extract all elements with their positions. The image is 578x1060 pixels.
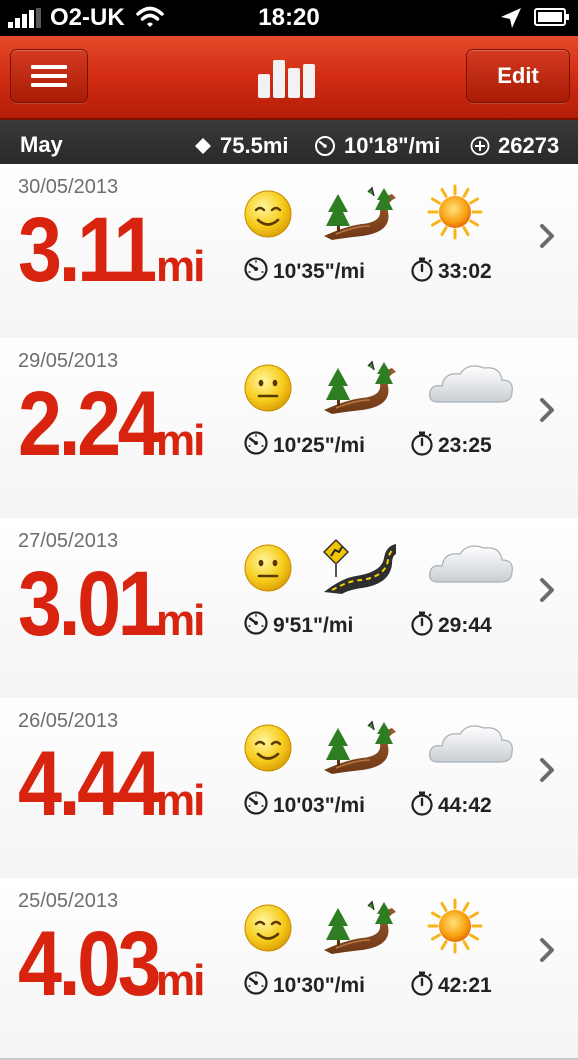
run-pace: 9'51"/mi xyxy=(243,610,353,642)
chevron-right-icon[interactable] xyxy=(538,576,556,604)
run-date: 27/05/2013 xyxy=(18,530,119,552)
run-distance-unit: mi xyxy=(156,776,205,825)
trail-icon xyxy=(322,184,398,240)
road-icon xyxy=(322,538,398,594)
run-row[interactable]: 30/05/2013 3.11 mi 10'35"/mi 33:02 xyxy=(0,164,578,346)
run-pace: 10'25"/mi xyxy=(243,430,365,462)
run-pace-value: 10'25"/mi xyxy=(273,434,366,457)
distance-diamond-icon xyxy=(195,138,211,154)
run-distance-unit: mi xyxy=(156,956,205,1005)
pace-gauge-icon xyxy=(243,970,269,1002)
cloud-icon xyxy=(426,358,516,414)
stopwatch-icon xyxy=(410,610,434,642)
run-distance: 4.03 mi xyxy=(18,913,205,1015)
chevron-right-icon[interactable] xyxy=(538,222,556,250)
chevron-right-icon[interactable] xyxy=(538,756,556,784)
trail-icon xyxy=(322,898,398,954)
speedometer-icon xyxy=(315,136,335,156)
run-distance: 4.44 mi xyxy=(18,733,205,835)
run-date: 25/05/2013 xyxy=(18,890,119,912)
smile-icon xyxy=(243,723,293,773)
month-label: May xyxy=(20,132,63,157)
run-duration: 42:21 xyxy=(410,970,492,1002)
run-row[interactable]: 25/05/2013 4.03 mi 10'30"/mi 42:21 xyxy=(0,878,578,1060)
total-distance: 75.5mi xyxy=(194,133,289,159)
run-duration: 29:44 xyxy=(410,610,492,642)
run-duration-value: 44:42 xyxy=(438,794,492,817)
cloud-icon xyxy=(426,538,516,594)
calories-plus-icon xyxy=(470,136,490,156)
bar-chart-icon[interactable] xyxy=(256,56,320,98)
navigation-bar: Edit xyxy=(0,36,578,120)
run-duration: 44:42 xyxy=(410,790,492,822)
run-distance-value: 3.01 xyxy=(18,553,162,655)
status-bar: O2-UK 18:20 xyxy=(0,0,578,36)
run-distance-value: 2.24 xyxy=(18,373,162,475)
neutral-face-icon xyxy=(243,363,293,413)
run-duration: 33:02 xyxy=(410,256,492,288)
pace-gauge-icon xyxy=(243,790,269,822)
smile-icon xyxy=(243,903,293,953)
sun-icon xyxy=(426,184,516,240)
cloud-icon xyxy=(426,718,516,774)
stopwatch-icon xyxy=(410,430,434,462)
hamburger-menu-icon xyxy=(31,65,67,87)
run-pace: 10'30"/mi xyxy=(243,970,365,1002)
run-row[interactable]: 26/05/2013 4.44 mi 10'03"/mi 44:42 xyxy=(0,698,578,880)
run-duration-value: 42:21 xyxy=(438,974,492,997)
menu-button[interactable] xyxy=(10,49,88,103)
stopwatch-icon xyxy=(410,970,434,1002)
run-date: 26/05/2013 xyxy=(18,710,119,732)
run-date: 30/05/2013 xyxy=(18,176,119,198)
run-pace: 10'03"/mi xyxy=(243,790,365,822)
run-distance: 3.11 mi xyxy=(18,199,205,301)
total-distance-value: 75.5mi xyxy=(220,133,289,158)
trail-icon xyxy=(322,718,398,774)
run-duration: 23:25 xyxy=(410,430,492,462)
chevron-right-icon[interactable] xyxy=(538,936,556,964)
run-pace-value: 10'03"/mi xyxy=(273,794,366,817)
stopwatch-icon xyxy=(410,790,434,822)
run-date: 29/05/2013 xyxy=(18,350,119,372)
pace-gauge-icon xyxy=(243,430,269,462)
total-calories: 26273 xyxy=(470,133,559,159)
run-distance: 2.24 mi xyxy=(18,373,205,475)
run-distance-value: 4.03 xyxy=(18,913,162,1015)
run-distance-unit: mi xyxy=(156,416,205,465)
run-row[interactable]: 29/05/2013 2.24 mi 10'25"/mi 23:25 xyxy=(0,338,578,520)
average-pace-value: 10'18"/mi xyxy=(344,133,441,158)
run-duration-value: 23:25 xyxy=(438,434,492,457)
sun-icon xyxy=(426,898,516,954)
run-pace: 10'35"/mi xyxy=(243,256,365,288)
run-pace-value: 10'35"/mi xyxy=(273,260,366,283)
battery-icon xyxy=(534,8,569,26)
run-pace-value: 9'51"/mi xyxy=(273,614,354,637)
trail-icon xyxy=(322,358,398,414)
run-duration-value: 33:02 xyxy=(438,260,492,283)
run-pace-value: 10'30"/mi xyxy=(273,974,366,997)
pace-gauge-icon xyxy=(243,610,269,642)
run-duration-value: 29:44 xyxy=(438,614,492,637)
average-pace: 10'18"/mi xyxy=(314,133,440,159)
stopwatch-icon xyxy=(410,256,434,288)
run-distance-unit: mi xyxy=(156,596,205,645)
smile-icon xyxy=(243,189,293,239)
location-arrow-icon xyxy=(501,8,521,28)
total-calories-value: 26273 xyxy=(498,133,560,158)
chevron-right-icon[interactable] xyxy=(538,396,556,424)
pace-gauge-icon xyxy=(243,256,269,288)
edit-button-label: Edit xyxy=(497,63,539,88)
edit-button[interactable]: Edit xyxy=(466,49,570,103)
run-distance-value: 3.11 xyxy=(18,199,157,301)
run-distance-value: 4.44 xyxy=(18,733,162,835)
run-distance: 3.01 mi xyxy=(18,553,205,655)
clock: 18:20 xyxy=(258,4,320,31)
run-row[interactable]: 27/05/2013 3.01 mi 9'51"/mi 29:44 xyxy=(0,518,578,700)
run-distance-unit: mi xyxy=(156,242,205,291)
neutral-face-icon xyxy=(243,543,293,593)
